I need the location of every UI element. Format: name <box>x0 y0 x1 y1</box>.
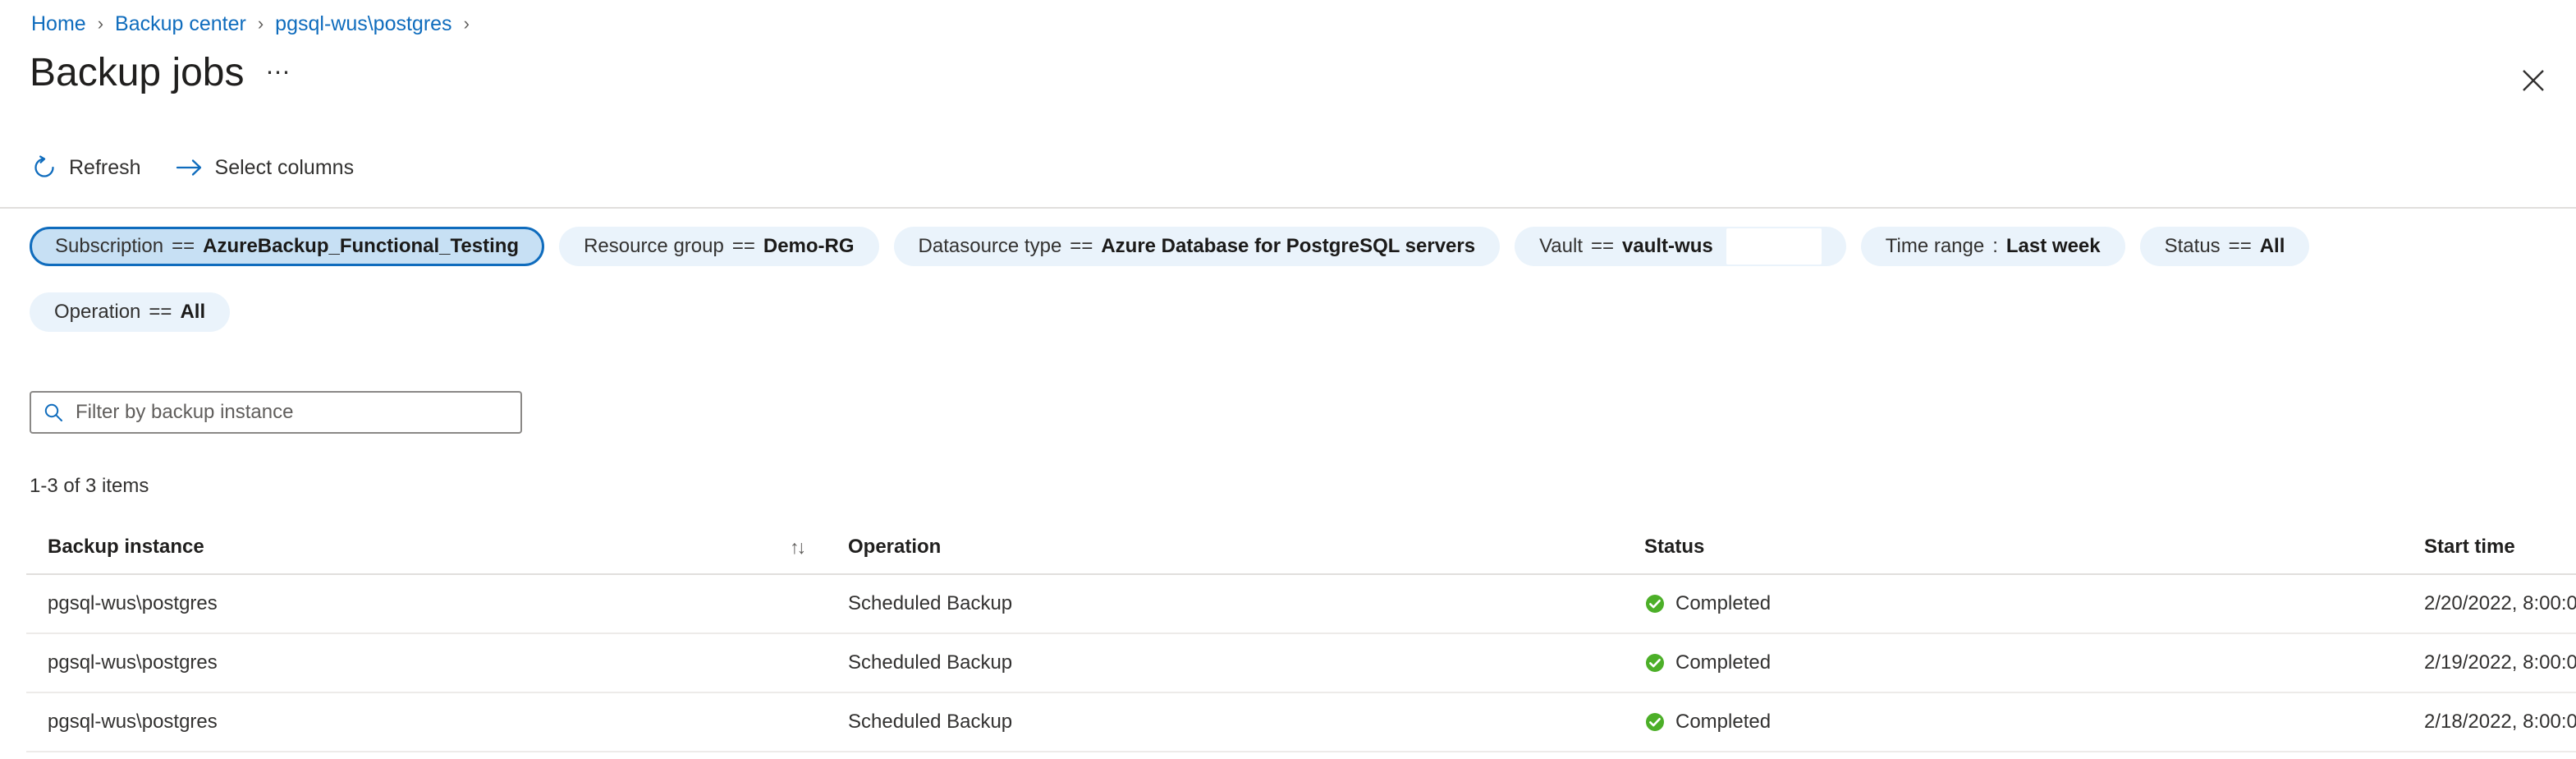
filter-value: vault-wus <box>1622 235 1713 257</box>
breadcrumb-item-backup-center[interactable]: Backup center <box>115 12 246 36</box>
cell-operation: Scheduled Backup <box>827 692 1623 752</box>
filter-key: Datasource type <box>918 235 1062 257</box>
filter-value: AzureBackup_Functional_Testing <box>203 235 520 257</box>
filter-key: Operation <box>54 301 141 323</box>
close-icon <box>2521 68 2546 93</box>
cell-backup-instance: pgsql-wus\postgres <box>26 633 827 693</box>
filter-pill-list: Subscription == AzureBackup_Functional_Tes… <box>30 227 2542 332</box>
breadcrumb-item-home[interactable]: Home <box>31 12 86 36</box>
filter-operator: == <box>172 235 195 257</box>
column-label: Status <box>1644 536 1705 558</box>
filter-key: Subscription <box>55 235 164 257</box>
table-header-row: Backup instance ↑↓ Operation Status Star… <box>26 524 2576 575</box>
search-input[interactable] <box>74 400 509 425</box>
search-box[interactable] <box>30 391 522 434</box>
cell-start-time: 2/18/2022, 8:00:01 PM <box>2403 692 2576 752</box>
cell-backup-instance: pgsql-wus\postgres <box>26 574 827 634</box>
cell-status: Completed <box>1623 633 2403 693</box>
filter-operator: == <box>1591 235 1615 257</box>
filter-operator: == <box>1070 235 1093 257</box>
select-columns-button[interactable]: Select columns <box>176 155 355 180</box>
cell-status: Completed <box>1623 574 2403 634</box>
refresh-icon <box>31 154 57 181</box>
page-title: Backup jobs <box>30 51 245 94</box>
filter-value: Last week <box>2005 235 2101 257</box>
cell-backup-instance: pgsql-wus\postgres <box>26 692 827 752</box>
page-more-menu-button[interactable]: ⋯ <box>266 58 292 97</box>
search-icon <box>43 402 64 423</box>
filter-pill-subscription[interactable]: Subscription == AzureBackup_Functional_Tes… <box>30 227 545 266</box>
breadcrumb-separator-icon: › <box>97 13 104 34</box>
breadcrumb-separator-icon: › <box>257 13 264 34</box>
filter-operator: == <box>731 235 755 257</box>
success-check-icon <box>1644 652 1666 674</box>
breadcrumb: Home › Backup center › pgsql-wus\postgre… <box>31 12 481 36</box>
filter-pill-vault[interactable]: Vault == vault-wus <box>1515 227 1846 266</box>
toolbar-divider <box>0 207 2576 209</box>
column-header-backup-instance[interactable]: Backup instance ↑↓ <box>26 524 827 575</box>
filter-key: Time range <box>1885 235 1985 257</box>
page-header: Backup jobs ⋯ <box>30 49 292 97</box>
refresh-label: Refresh <box>69 155 141 179</box>
success-check-icon <box>1644 593 1666 614</box>
cell-operation: Scheduled Backup <box>827 633 1623 693</box>
filter-pill-time-range[interactable]: Time range: Last week <box>1860 227 2125 266</box>
results-count-label: 1-3 of 3 items <box>30 475 149 497</box>
filter-key: Vault <box>1539 235 1583 257</box>
column-label: Operation <box>848 536 942 558</box>
status-badge: Completed <box>1675 651 1772 674</box>
filter-value: All <box>180 301 206 323</box>
table-row[interactable]: pgsql-wus\postgres Scheduled Backup Comple… <box>26 574 2576 634</box>
refresh-button[interactable]: Refresh <box>31 154 141 181</box>
backup-jobs-table: Backup instance ↑↓ Operation Status Star… <box>26 524 2576 752</box>
status-badge: Completed <box>1675 711 1772 733</box>
column-header-status[interactable]: Status <box>1623 524 2403 575</box>
filter-key: Resource group <box>584 235 724 257</box>
filter-pill-operation[interactable]: Operation == All <box>30 292 231 332</box>
column-header-operation[interactable]: Operation <box>827 524 1623 575</box>
success-check-icon <box>1644 711 1666 733</box>
status-badge: Completed <box>1675 592 1772 614</box>
cell-start-time: 2/19/2022, 8:00:09 PM <box>2403 633 2576 693</box>
table-row[interactable]: pgsql-wus\postgres Scheduled Backup Comple… <box>26 692 2576 752</box>
sort-toggle-icon[interactable]: ↑↓ <box>790 536 806 559</box>
filter-operator: == <box>149 301 172 323</box>
filter-operator: : <box>1992 235 1998 257</box>
cell-status: Completed <box>1623 692 2403 752</box>
filter-key: Status <box>2164 235 2221 257</box>
table-body: pgsql-wus\postgres Scheduled Backup Comple… <box>26 574 2576 752</box>
filter-pill-status[interactable]: Status == All <box>2139 227 2310 266</box>
column-header-start-time[interactable]: Start time ↑↓ <box>2403 524 2576 575</box>
close-blade-button[interactable] <box>2512 59 2555 102</box>
cell-start-time: 2/20/2022, 8:00:04 PM <box>2403 574 2576 634</box>
select-columns-label: Select columns <box>214 155 355 179</box>
breadcrumb-separator-icon: › <box>463 13 470 34</box>
breadcrumb-item-pgsql-wus-postgres[interactable]: pgsql-wus\postgres <box>275 12 451 36</box>
column-label: Backup instance <box>48 536 204 558</box>
column-label: Start time <box>2424 536 2515 558</box>
filter-value: All <box>2259 235 2285 257</box>
filter-operator: == <box>2228 235 2252 257</box>
table-row[interactable]: pgsql-wus\postgres Scheduled Backup Comple… <box>26 633 2576 693</box>
filter-pill-resource-group[interactable]: Resource group == Demo-RG <box>559 227 879 266</box>
filter-value: Azure Database for PostgreSQL servers <box>1101 235 1476 257</box>
backup-jobs-blade: Home › Backup center › pgsql-wus\postgre… <box>0 0 2576 759</box>
filter-value: Demo-RG <box>763 235 855 257</box>
filter-pill-datasource-type[interactable]: Datasource type == Azure Database for Post… <box>893 227 1501 266</box>
cell-operation: Scheduled Backup <box>827 574 1623 634</box>
filter-value-input[interactable] <box>1726 228 1822 264</box>
command-bar: Refresh Select columns <box>31 154 354 181</box>
arrow-right-icon <box>176 157 204 178</box>
